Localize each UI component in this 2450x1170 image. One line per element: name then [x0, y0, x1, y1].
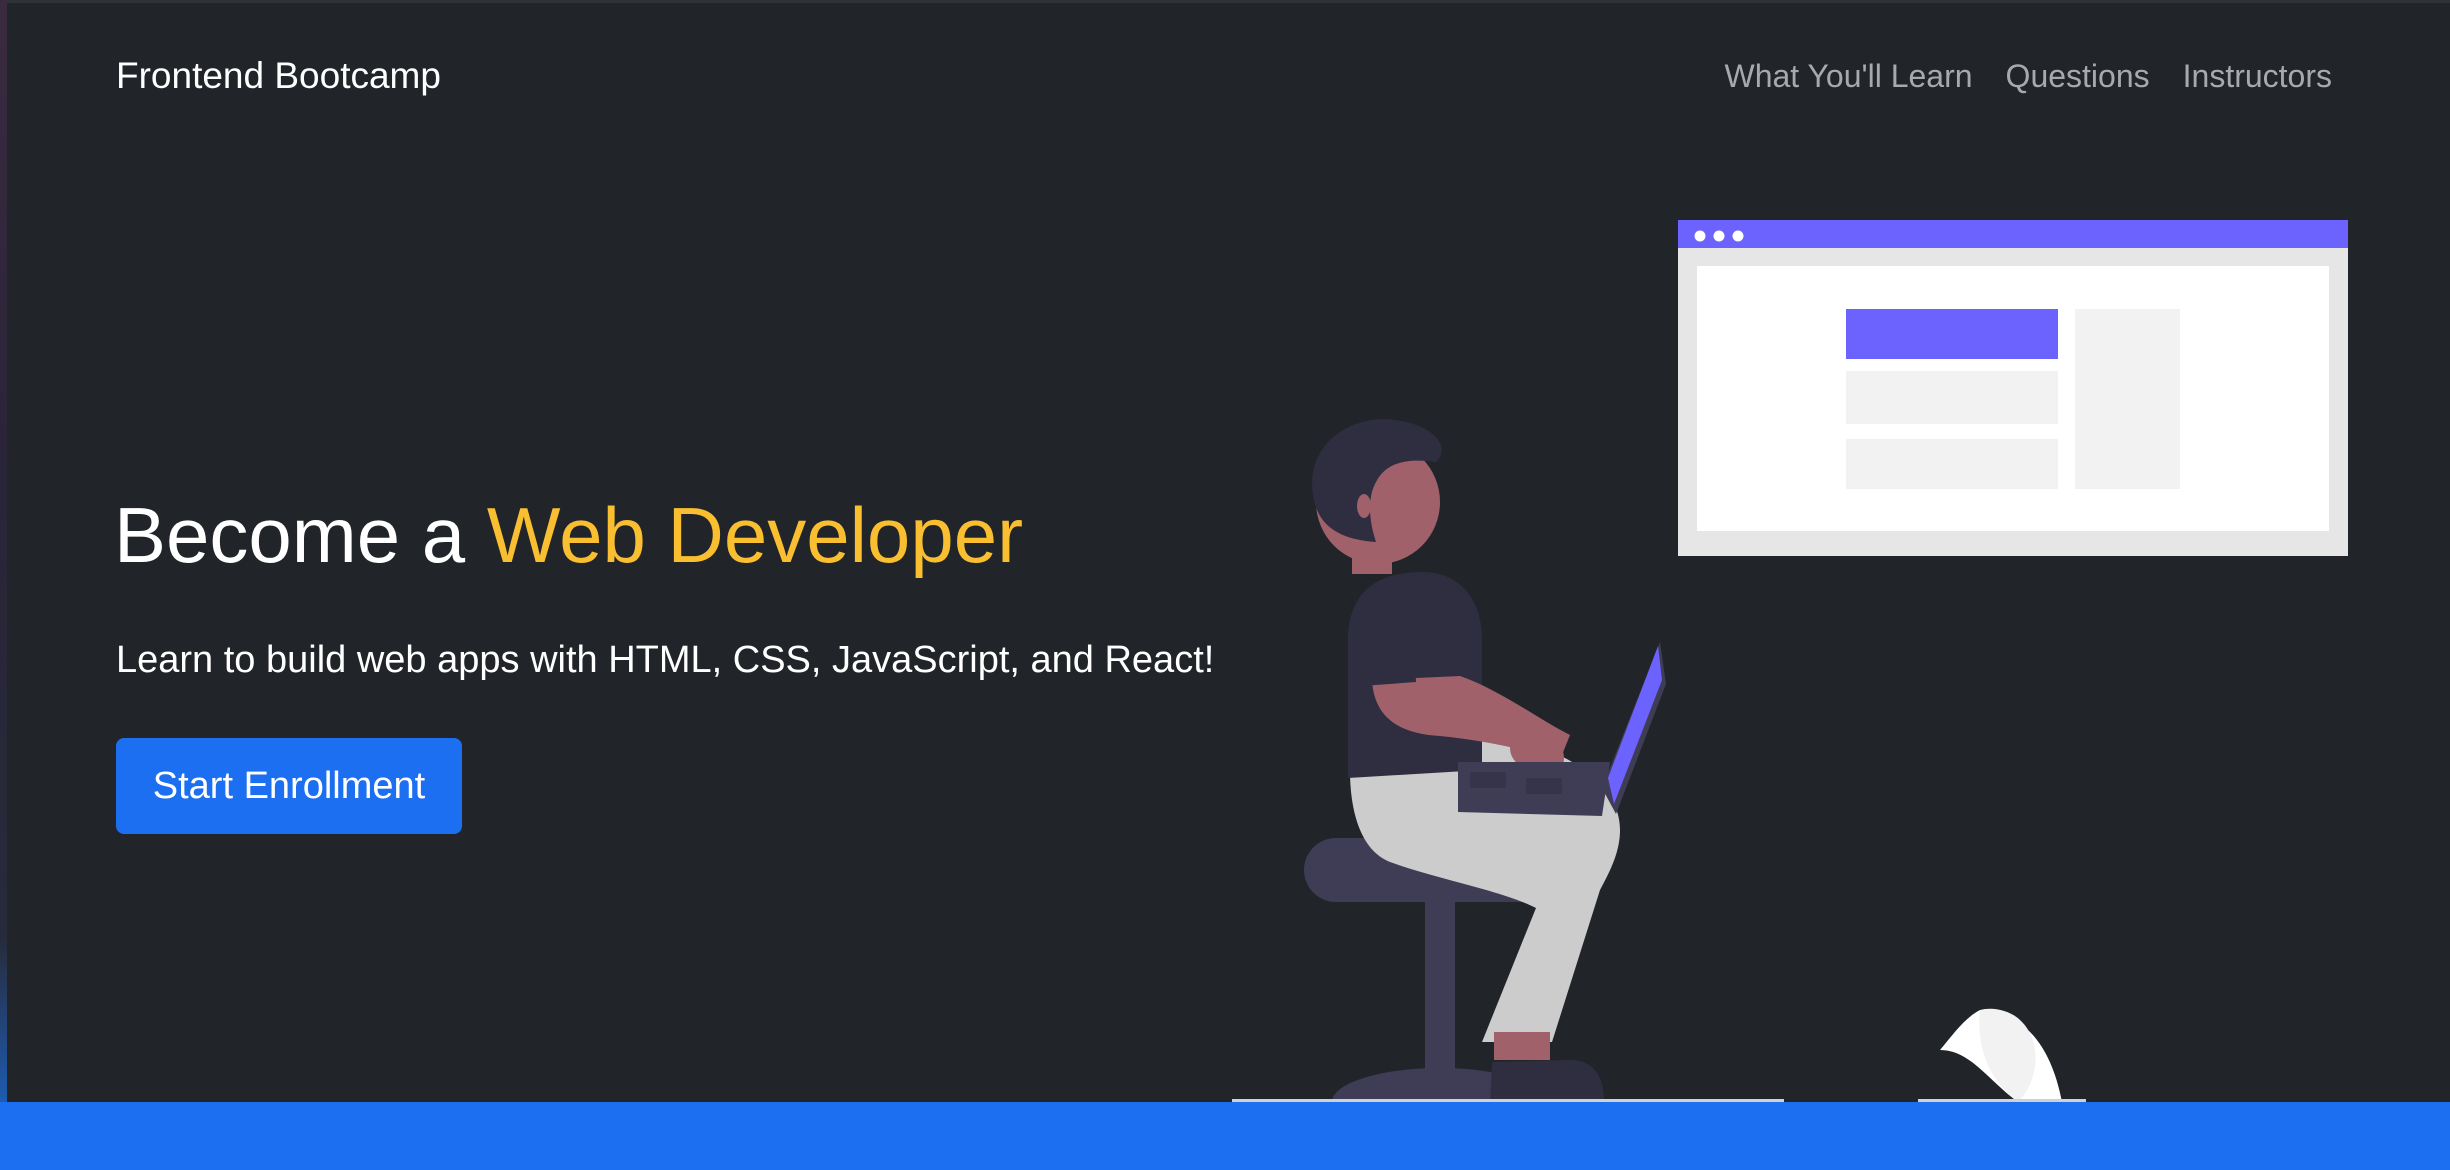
- plant-graphic: [1940, 1008, 2062, 1102]
- footer-band: [0, 1102, 2450, 1170]
- hero-lead: Learn to build web apps with HTML, CSS, …: [116, 639, 1215, 681]
- hero-title: Become a Web Developer: [114, 485, 1023, 585]
- hero-illustration: [1232, 220, 2348, 1110]
- hero-title-accent: Web Developer: [486, 491, 1024, 579]
- nav-link-questions[interactable]: Questions: [2006, 56, 2150, 96]
- nav-link-instructors[interactable]: Instructors: [2183, 56, 2332, 96]
- window-left-edge: [0, 0, 7, 1170]
- page: Frontend Bootcamp What You'll Learn Ques…: [0, 0, 2450, 1170]
- nav-links: What You'll Learn Questions Instructors: [1724, 56, 2332, 96]
- browser-window-graphic: [1678, 220, 2348, 556]
- nav-link-what-youll-learn[interactable]: What You'll Learn: [1724, 56, 1972, 96]
- navbar-brand[interactable]: Frontend Bootcamp: [116, 54, 441, 98]
- start-enrollment-button[interactable]: Start Enrollment: [116, 738, 462, 834]
- navbar: Frontend Bootcamp What You'll Learn Ques…: [0, 0, 2450, 152]
- person-graphic: [1312, 419, 1620, 1102]
- hero-title-prefix: Become a: [114, 491, 487, 579]
